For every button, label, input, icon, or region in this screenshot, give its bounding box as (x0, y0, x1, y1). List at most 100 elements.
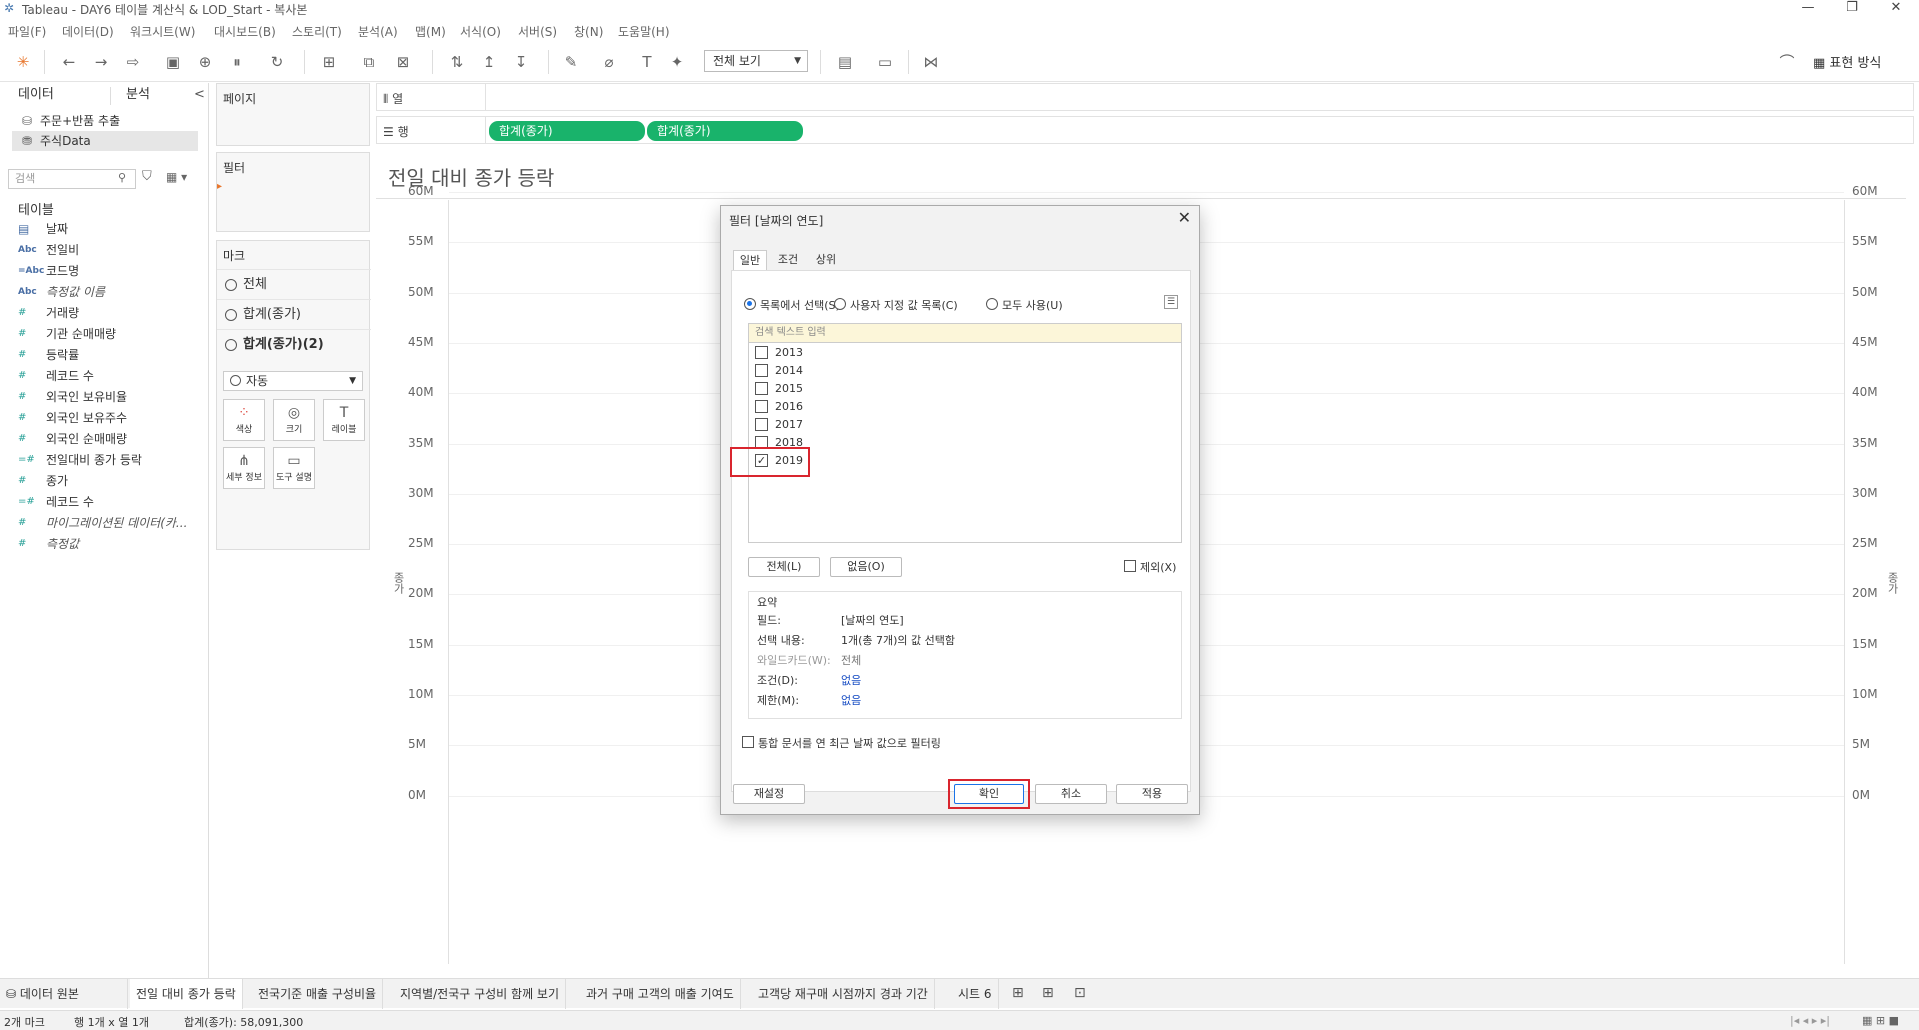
field-item[interactable]: # 외국인 순매매량 (18, 429, 203, 449)
field-item[interactable]: =# 전일대비 종가 등락 (18, 450, 203, 470)
close-icon[interactable]: ✕ (1178, 208, 1191, 227)
filters-card[interactable]: 필터 ▸ (216, 152, 370, 232)
radio-use-all[interactable]: 모두 사용(U) (986, 297, 1063, 313)
latest-date-checkbox[interactable]: 통합 문서를 연 최근 날짜 값으로 필터링 (742, 735, 941, 751)
duplicate-sheet-icon[interactable]: ⧉ (358, 52, 380, 72)
menu-worksheet[interactable]: 워크시트(W) (130, 23, 195, 40)
datasource-item-stock[interactable]: ⛃ 주식Data (12, 131, 198, 151)
menu-story[interactable]: 스토리(T) (292, 23, 342, 40)
filter-icon[interactable]: ⛉ (142, 169, 152, 184)
menu-file[interactable]: 파일(F) (8, 23, 46, 40)
pause-updates-icon[interactable]: ⏸ (226, 52, 248, 72)
marks-row-sum-close[interactable]: 합계(종가) (217, 299, 371, 329)
group-icon[interactable]: ⌀ (598, 52, 620, 72)
field-item[interactable]: =Abc 코드명 (18, 261, 203, 281)
menu-window[interactable]: 창(N) (574, 23, 603, 40)
radio-select-from-list[interactable]: 목록에서 선택(S) (744, 297, 840, 313)
tab-sheet-6[interactable]: 시트 6 (952, 979, 999, 1009)
field-item[interactable]: # 레코드 수 (18, 366, 203, 386)
menu-format[interactable]: 서식(O) (460, 23, 501, 40)
ok-button[interactable]: 확인 (954, 784, 1024, 804)
field-item[interactable]: # 마이그레이션된 데이터(카... (18, 513, 203, 533)
show-labels-icon[interactable]: T (636, 52, 658, 72)
collapse-pane-icon[interactable]: < (194, 83, 205, 107)
menu-data[interactable]: 데이터(D) (62, 23, 114, 40)
menu-map[interactable]: 맵(M) (415, 23, 446, 40)
field-search-input[interactable]: 검색 (8, 169, 136, 189)
select-all-button[interactable]: 전체(L) (748, 557, 820, 577)
format-painter-icon[interactable]: ⌒ (1776, 52, 1798, 72)
tab-sheet-past-customer[interactable]: 과거 구매 고객의 매출 기여도 (580, 979, 741, 1009)
size-button[interactable]: ◎ 크기 (273, 399, 315, 441)
field-item[interactable]: ▤ 날짜 (18, 219, 203, 239)
label-button[interactable]: T 레이블 (323, 399, 365, 441)
tooltip-button[interactable]: ▭ 도구 설명 (273, 447, 315, 489)
sheet-nav-arrows-icon[interactable]: |◂ ◂ ▸ ▸| (1790, 1014, 1830, 1027)
list-menu-icon[interactable]: ☰ (1164, 295, 1178, 309)
new-datasource-icon[interactable]: ⊕ (194, 52, 216, 72)
field-item[interactable]: # 거래량 (18, 303, 203, 323)
row-pill-sum-close[interactable]: 합계(종가) (489, 121, 645, 141)
save-icon[interactable]: ▣ (162, 52, 184, 72)
swap-rows-columns-icon[interactable]: ⇅ (446, 52, 468, 72)
select-none-button[interactable]: 없음(O) (830, 557, 902, 577)
apply-button[interactable]: 적용 (1116, 784, 1188, 804)
close-window-button[interactable]: ✕ (1874, 0, 1918, 18)
clear-sheet-icon[interactable]: ⊠ (392, 52, 414, 72)
marks-row-sum-close-2[interactable]: 합계(종가)(2) (217, 329, 371, 359)
fit-view-select[interactable]: 전체 보기 ▼ (704, 50, 808, 72)
fix-axes-icon[interactable]: ✦ (666, 52, 688, 72)
tab-analysis[interactable]: 분석 (126, 83, 150, 107)
field-item[interactable]: Abc 측정값 이름 (18, 282, 203, 302)
field-item[interactable]: # 외국인 보유주수 (18, 408, 203, 428)
menu-dashboard[interactable]: 대시보드(B) (214, 23, 276, 40)
show-me-button[interactable]: ▦ 표현 방식 (1813, 52, 1881, 71)
sort-descending-icon[interactable]: ↧ (510, 52, 532, 72)
field-item[interactable]: Abc 전일비 (18, 240, 203, 260)
replay-icon[interactable]: ⇨ (122, 52, 144, 72)
summary-condition-link[interactable]: 없음 (841, 672, 861, 688)
share-icon[interactable]: ⋈ (920, 52, 942, 72)
field-item[interactable]: # 외국인 보유비율 (18, 387, 203, 407)
tableau-home-icon[interactable]: ✳ (12, 52, 34, 72)
refresh-icon[interactable]: ↻ (266, 52, 288, 72)
sheet-sorter-icon[interactable]: ▦ ⊞ ■ (1862, 1014, 1899, 1027)
tab-top[interactable]: 상위 (809, 250, 843, 270)
field-item[interactable]: # 측정값 (18, 534, 203, 554)
menu-help[interactable]: 도움말(H) (618, 23, 670, 40)
field-item[interactable]: # 기관 순매매량 (18, 324, 203, 344)
minimize-button[interactable]: — (1786, 0, 1830, 18)
year-item-2016[interactable]: 2016 (755, 399, 803, 417)
pages-card[interactable]: 페이지 (216, 83, 370, 146)
year-item-2013[interactable]: 2013 (755, 345, 803, 363)
datasource-item-orders[interactable]: ⛁ 주문+반품 추출 (12, 111, 198, 131)
rows-shelf[interactable]: ☰ 행 합계(종가) 합계(종가) (376, 116, 1914, 144)
row-pill-sum-close-2[interactable]: 합계(종가) (647, 121, 803, 141)
new-dashboard-icon[interactable]: ⊞ (1042, 985, 1054, 1001)
year-item-2017[interactable]: 2017 (755, 417, 803, 435)
columns-shelf[interactable]: ⦀ 열 (376, 83, 1914, 111)
reset-button[interactable]: 재설정 (733, 784, 805, 804)
color-button[interactable]: ⁘ 색상 (223, 399, 265, 441)
tab-sheet-region-ratio[interactable]: 지역별/전국구 구성비 함께 보기 (394, 979, 567, 1009)
tab-general[interactable]: 일반 (733, 250, 767, 270)
tab-data[interactable]: 데이터 (18, 83, 54, 107)
year-item-2015[interactable]: 2015 (755, 381, 803, 399)
field-item[interactable]: # 등락률 (18, 345, 203, 365)
maximize-button[interactable]: ❐ (1830, 0, 1874, 18)
year-item-2014[interactable]: 2014 (755, 363, 803, 381)
cancel-button[interactable]: 취소 (1035, 784, 1107, 804)
new-worksheet-icon[interactable]: ⊞ (318, 52, 340, 72)
marks-row-all[interactable]: 전체 (217, 269, 371, 299)
tab-sheet-national-ratio[interactable]: 전국기준 매출 구성비율 (252, 979, 384, 1009)
redo-icon[interactable]: → (90, 52, 112, 72)
menu-analysis[interactable]: 분석(A) (358, 23, 398, 40)
detail-button[interactable]: ⋔ 세부 정보 (223, 447, 265, 489)
mark-type-select[interactable]: 자동 ▼ (223, 371, 363, 391)
tab-condition[interactable]: 조건 (771, 250, 805, 270)
tab-sheet-repurchase[interactable]: 고객당 재구매 시점까지 경과 기간 (752, 979, 935, 1009)
undo-icon[interactable]: ← (58, 52, 80, 72)
sort-ascending-icon[interactable]: ↥ (478, 52, 500, 72)
summary-limit-link[interactable]: 없음 (841, 692, 861, 708)
new-worksheet-icon[interactable]: ⊞ (1012, 985, 1024, 1001)
